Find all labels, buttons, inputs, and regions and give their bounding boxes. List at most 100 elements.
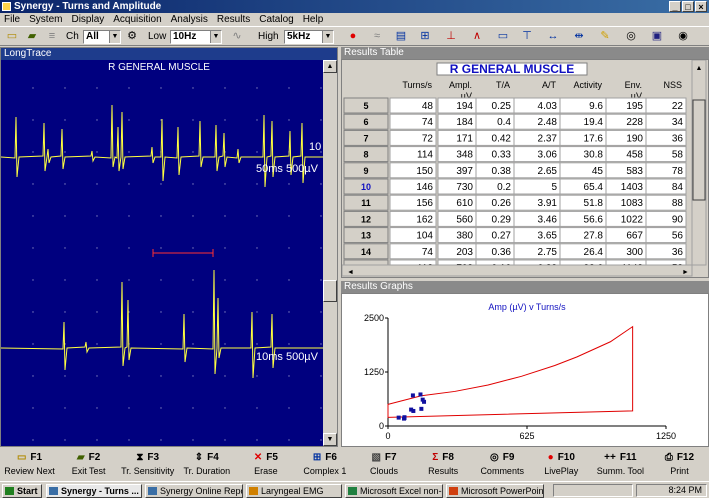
start-button[interactable]: Start <box>2 484 42 498</box>
cell-value: 114 <box>417 150 433 161</box>
fkey-f11-button[interactable]: ++ F11 Summ. Tool <box>591 451 650 479</box>
fkey-key-label: F5 <box>266 452 278 463</box>
trigger-icon[interactable]: ⊤ <box>518 29 536 44</box>
cell-value: 0.38 <box>492 166 512 177</box>
low-filter-select[interactable]: 10Hz ▼ <box>170 30 222 44</box>
menu-help[interactable]: Help <box>303 13 324 26</box>
cell-value: 0.42 <box>492 133 512 144</box>
exit-icon[interactable]: ▰ <box>23 29 41 44</box>
cell-value: 90 <box>672 214 684 225</box>
maximize-button[interactable]: □ <box>682 1 694 12</box>
measure-icon[interactable]: ▭ <box>494 29 512 44</box>
quick-launch-tray <box>553 484 633 497</box>
table-hscrollbar[interactable] <box>341 264 693 277</box>
fkey-f5-button[interactable]: ✕ F5 Erase <box>236 451 295 479</box>
grid-icon[interactable]: ⊞ <box>416 29 434 44</box>
column-header: A/T <box>542 80 557 90</box>
fkey-label: Review Next <box>4 466 55 476</box>
data-point <box>396 415 401 420</box>
task-powerpoint[interactable]: Microsoft PowerPoint ... <box>446 484 544 498</box>
peak-icon[interactable]: ∧ <box>468 29 486 44</box>
settings-icon[interactable]: ⚙ <box>123 29 141 44</box>
fkey-key-label: F10 <box>557 452 575 463</box>
task-excel[interactable]: Microsoft Excel non-c... <box>345 484 443 498</box>
fkey-f10-button[interactable]: ● F10 LivePlay <box>532 451 591 479</box>
fkey-f2-button[interactable]: ▰ F2 Exit Test <box>59 451 118 479</box>
fkey-f12-button[interactable]: ⎙ F12 Print <box>650 451 709 479</box>
channel-label: Ch <box>66 31 79 42</box>
data-point <box>402 415 407 420</box>
cell-value: 56.6 <box>584 214 604 225</box>
menu-system[interactable]: System <box>29 13 62 26</box>
scale-bottom-label: 10ms 500µV <box>256 351 319 363</box>
chevron-down-icon[interactable]: ▼ <box>210 31 221 43</box>
record-icon[interactable]: ● <box>344 29 362 44</box>
layout-icon[interactable]: ▤ <box>392 29 410 44</box>
comment-icon[interactable]: ◎ <box>622 29 640 44</box>
scroll-down-icon[interactable]: ▼ <box>323 433 337 446</box>
cell-value: 72 <box>422 133 434 144</box>
open-folder-icon[interactable]: ▭ <box>3 29 21 44</box>
channel-select[interactable]: All ▼ <box>83 30 121 44</box>
fkey-f3-button[interactable]: ⧗ F3 Tr. Sensitivity <box>118 451 177 479</box>
results-table-title: Results Table <box>341 47 709 59</box>
row-number: 13 <box>361 231 371 241</box>
menu-acquisition[interactable]: Acquisition <box>113 13 161 26</box>
split-icon[interactable]: ⇹ <box>570 29 588 44</box>
scroll-right-icon[interactable]: ► <box>682 269 689 276</box>
toolbar: ▭ ▰ ≡ Ch All ▼ ⚙ Low 10Hz ▼ ∿ High 5kHz … <box>0 26 709 46</box>
row-number: 8 <box>363 150 368 160</box>
fkey-f1-button[interactable]: ▭ F1 Review Next <box>0 451 59 479</box>
longtrace-scrollbar[interactable]: ▲ ▼ <box>323 60 337 446</box>
monitor-icon[interactable]: ▣ <box>648 29 666 44</box>
row-number: 11 <box>361 198 371 208</box>
menu-results[interactable]: Results <box>217 13 250 26</box>
print-icon: ⎙ <box>664 452 673 463</box>
fkey-f4-button[interactable]: ⇕ F4 Tr. Duration <box>177 451 236 479</box>
chevron-down-icon[interactable]: ▼ <box>322 31 333 43</box>
close-button[interactable]: × <box>695 1 707 12</box>
menu-analysis[interactable]: Analysis <box>171 13 208 26</box>
cursor-icon[interactable]: ⊥ <box>442 29 460 44</box>
fkey-f6-button[interactable]: ⊞ F6 Complex 1 <box>295 451 354 479</box>
cell-value: 0.26 <box>492 198 512 209</box>
liveplay-icon: ● <box>547 452 554 463</box>
menu-catalog[interactable]: Catalog <box>259 13 293 26</box>
chart-title: Amp (µV) v Turns/s <box>488 302 566 312</box>
waveform-icon[interactable]: ≈ <box>368 29 386 44</box>
minimize-button[interactable]: _ <box>669 1 681 12</box>
clock: 8:24 PM <box>668 485 702 495</box>
speaker-icon[interactable]: ◉ <box>674 29 692 44</box>
trace-muscle-label: R GENERAL MUSCLE <box>108 62 210 73</box>
row-number: 14 <box>361 247 371 257</box>
trace-display[interactable]: R GENERAL MUSCLE 10 50ms 500µV 10ms 500µ… <box>1 60 323 446</box>
fkey-label: Comments <box>480 466 524 476</box>
cell-value: 0.25 <box>492 101 512 112</box>
fkey-label: Print <box>670 466 689 476</box>
high-filter-select[interactable]: 5kHz ▼ <box>284 30 334 44</box>
chevron-down-icon[interactable]: ▼ <box>109 31 120 43</box>
scroll-up-icon[interactable]: ▲ <box>323 60 337 73</box>
menu-display[interactable]: Display <box>71 13 104 26</box>
summary-icon: ++ <box>604 452 616 463</box>
fkey-key-label: F8 <box>442 452 454 463</box>
scroll-left-icon[interactable]: ◄ <box>347 269 354 276</box>
fkey-key-label: F2 <box>88 452 101 463</box>
cell-value: 190 <box>626 133 643 144</box>
fkey-f9-button[interactable]: ◎ F9 Comments <box>473 451 532 479</box>
fkey-f8-button[interactable]: Σ F8 Results <box>414 451 473 479</box>
cell-value: 22 <box>672 101 684 112</box>
scroll-up-icon[interactable]: ▲ <box>696 65 703 72</box>
task-laryngeal-emg[interactable]: Laryngeal EMG <box>246 484 342 498</box>
longtrace-panel: LongTrace R GENERAL MUSCLE 10 50ms 500µV… <box>0 47 338 447</box>
fkey-f7-button[interactable]: ▧ F7 Clouds <box>355 451 414 479</box>
fkey-key-label: F1 <box>30 452 43 463</box>
menu-file[interactable]: File <box>4 13 20 26</box>
scroll-thumb[interactable] <box>323 280 337 302</box>
task-online-report[interactable]: Synergy Online Repor... <box>145 484 243 498</box>
task-synergy[interactable]: Synergy - Turns ... <box>46 484 142 498</box>
row-number: 12 <box>361 214 371 224</box>
note-icon[interactable]: ✎ <box>596 29 614 44</box>
expand-icon[interactable]: ↔ <box>544 29 562 44</box>
table-scroll-thumb[interactable] <box>692 99 706 201</box>
